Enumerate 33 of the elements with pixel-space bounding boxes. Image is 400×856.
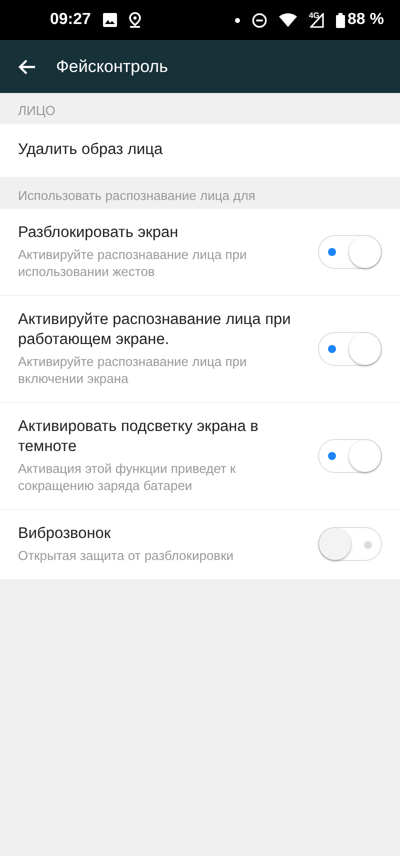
screen-title: Фейсконтроль (56, 56, 168, 76)
battery-icon (336, 12, 345, 28)
battery-level: 88 % (348, 11, 384, 29)
toggle-switch[interactable] (318, 527, 382, 561)
settings-row[interactable]: Активируйте распознавание лица при работающем экране. Активируйте распознавание лица при включении экрана (0, 296, 400, 403)
location-pin-icon (128, 12, 141, 28)
toggle-switch[interactable] (318, 438, 382, 472)
back-button[interactable] (18, 58, 36, 74)
section-header: ЛИЦО (17, 102, 56, 120)
setting-description: Открытая защита от разблокировки (18, 547, 235, 564)
toggle-switch[interactable] (318, 332, 382, 366)
setting-title: Активировать подсветку экрана в темноте (18, 417, 260, 457)
settings-row[interactable]: Разблокировать экран Активируйте распознавание лица при использовании жестов (0, 209, 400, 296)
wifi-icon (278, 13, 297, 27)
setting-title: Активируйте распознавание лица при работающем экране. (18, 310, 292, 350)
setting-description: Активация этой функции приведет к сокращению заряда батареи (18, 460, 237, 494)
setting-title: Разблокировать экран (18, 223, 180, 243)
settings-row[interactable]: Удалить образ лица (0, 124, 400, 178)
clock: 09:27 (50, 11, 91, 29)
setting-description: Активируйте распознавание лица при использовании жестов (18, 246, 248, 280)
setting-title: Удалить образ лица (18, 140, 164, 160)
back-arrow-icon (18, 58, 36, 74)
dot-icon (234, 18, 240, 22)
network-type: 4G (308, 10, 320, 20)
settings-row[interactable]: Виброзвонок Открытая защита от разблокировки (0, 510, 400, 580)
toggle-switch[interactable] (318, 234, 382, 268)
section-header: Использовать распознавание лица для (17, 187, 256, 205)
do-not-disturb-icon (252, 12, 267, 28)
image-icon (102, 13, 117, 27)
setting-title: Виброзвонок (18, 524, 112, 544)
setting-description: Активируйте распознавание лица при включении экрана (18, 353, 248, 387)
cell-signal-icon (310, 12, 324, 28)
settings-row[interactable]: Активировать подсветку экрана в темноте Активация этой функции приведет к сокращению заряда батареи (0, 403, 400, 510)
